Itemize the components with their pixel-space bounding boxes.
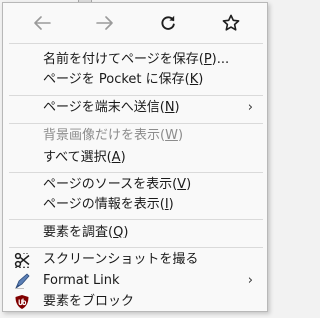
format-link-icon <box>14 273 30 290</box>
access-key: Q <box>113 225 124 240</box>
menu-item-label: ページのソースを表示( <box>43 177 178 192</box>
access-key: P <box>203 52 212 67</box>
menu-item-label: 要素をブロック <box>43 294 135 309</box>
menu-item-label: 要素を調査( <box>43 225 114 240</box>
submenu-arrow-icon: › <box>247 273 253 288</box>
menu-item-suffix: ) <box>186 177 192 192</box>
menu-item-format-link[interactable]: Format Link › <box>3 271 267 291</box>
access-key: W <box>165 128 178 143</box>
menu-item-label: 背景画像だけを表示( <box>43 128 166 143</box>
menu-item-take-screenshot[interactable]: スクリーンショットを撮る <box>3 250 267 270</box>
menu-item-suffix: ) <box>177 128 184 143</box>
menu-item-label: Format Link <box>43 273 120 288</box>
menu-item-suffix: ) <box>174 100 180 115</box>
forward-button[interactable] <box>87 9 123 37</box>
separator <box>9 247 263 248</box>
separator <box>9 123 263 124</box>
access-key: N <box>164 100 175 115</box>
star-icon <box>222 14 240 32</box>
menu-item-label: ページを Pocket に保存( <box>43 72 190 87</box>
menu-item-suffix: ) <box>198 72 204 87</box>
menu-item-label: 名前を付けてページを保存( <box>43 52 204 67</box>
menu-item-suffix: ) <box>123 225 129 240</box>
access-key: A <box>111 150 121 165</box>
back-button[interactable] <box>24 9 60 37</box>
submenu-arrow-icon: › <box>247 100 253 115</box>
menu-item-suffix: ) <box>120 150 126 165</box>
menu-item-label: スクリーンショットを撮る <box>43 252 199 267</box>
menu-item-select-all[interactable]: すべて選択(A) <box>3 148 267 168</box>
separator <box>9 95 263 96</box>
menu-item-label: すべて選択( <box>43 150 112 165</box>
menu-item-inspect-element[interactable]: 要素を調査(Q) <box>3 223 267 243</box>
scissors-icon <box>14 252 30 268</box>
menu-item-save-to-pocket[interactable]: ページを Pocket に保存(K) <box>3 70 267 90</box>
bookmark-button[interactable] <box>213 9 249 37</box>
menu-item-block-element[interactable]: 要素をブロック <box>3 292 267 312</box>
menu-item-label: ページの情報を表示( <box>43 197 165 212</box>
menu-item-view-source[interactable]: ページのソースを表示(V) <box>3 175 267 195</box>
separator <box>9 43 263 44</box>
separator <box>9 219 263 220</box>
menu-item-view-background-image[interactable]: 背景画像だけを表示(W) <box>3 126 267 146</box>
menu-item-save-page[interactable]: 名前を付けてページを保存(P)... <box>3 50 267 70</box>
menu-item-label: ページを端末へ送信( <box>43 100 165 115</box>
reload-icon <box>160 15 176 31</box>
context-menu: 名前を付けてページを保存(P)... ページを Pocket に保存(K) ペー… <box>2 2 268 312</box>
context-navigation <box>3 3 267 41</box>
ublock-icon <box>14 294 30 310</box>
access-key: K <box>189 72 199 87</box>
menu-item-suffix: ) <box>168 197 174 212</box>
reload-button[interactable] <box>150 9 186 37</box>
menu-item-send-to-device[interactable]: ページを端末へ送信(N) › <box>3 98 267 118</box>
forward-icon <box>96 16 114 30</box>
menu-item-page-info[interactable]: ページの情報を表示(I) <box>3 195 267 215</box>
separator <box>9 172 263 173</box>
access-key: V <box>177 177 187 192</box>
back-icon <box>33 16 51 30</box>
menu-item-suffix: )... <box>211 52 230 67</box>
